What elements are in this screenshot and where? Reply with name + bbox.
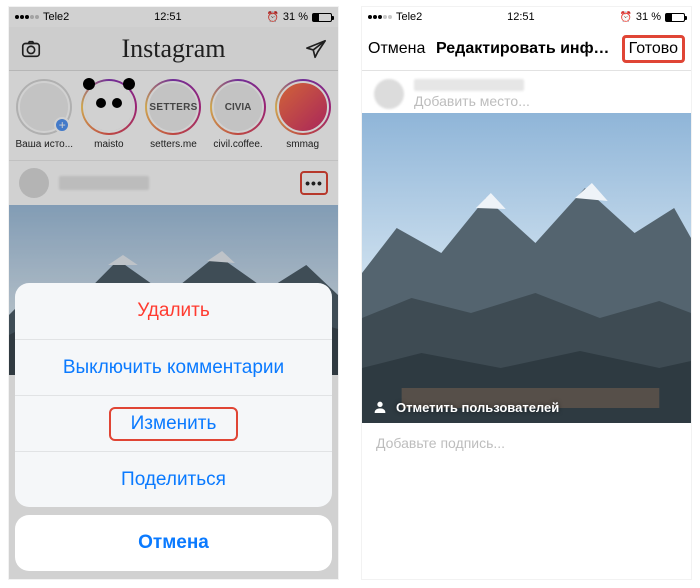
cancel-button[interactable]: Отмена xyxy=(368,40,425,58)
highlight-box: Изменить xyxy=(109,407,239,441)
battery-percent: 31 % xyxy=(636,11,661,23)
action-disable-comments[interactable]: Выключить комментарии xyxy=(15,339,332,395)
location-input[interactable]: Добавить место... xyxy=(414,93,530,109)
person-icon xyxy=(372,399,388,415)
action-share[interactable]: Поделиться xyxy=(15,451,332,507)
caption-input[interactable]: Добавьте подпись... xyxy=(362,423,691,463)
status-right: ⏰ 31 % xyxy=(619,11,685,23)
action-cancel[interactable]: Отмена xyxy=(15,515,332,571)
edit-header: Отмена Редактировать информа... Готово xyxy=(362,27,691,71)
left-phone-screen: Tele2 12:51 ⏰ 31 % Instagram + Ваша исто… xyxy=(8,6,339,580)
action-edit[interactable]: Изменить xyxy=(15,395,332,451)
alarm-icon: ⏰ xyxy=(619,12,631,23)
tag-users-label: Отметить пользователей xyxy=(396,400,559,415)
username-blurred xyxy=(414,79,524,91)
right-phone-screen: Tele2 12:51 ⏰ 31 % Отмена Редактировать … xyxy=(361,6,692,580)
signal-dots-icon xyxy=(368,15,392,19)
status-left: Tele2 xyxy=(368,11,422,23)
action-delete[interactable]: Удалить xyxy=(15,283,332,339)
done-button[interactable]: Готово xyxy=(622,35,685,63)
tag-users-button[interactable]: Отметить пользователей xyxy=(372,399,559,415)
done-label: Готово xyxy=(629,40,678,57)
post-image-wrap: Отметить пользователей xyxy=(362,113,691,423)
action-sheet: Удалить Выключить комментарии Изменить П… xyxy=(15,283,332,507)
edit-title: Редактировать информа... xyxy=(436,40,611,58)
avatar xyxy=(374,79,404,109)
battery-icon xyxy=(665,13,685,22)
action-sheet-overlay: Удалить Выключить комментарии Изменить П… xyxy=(9,7,338,579)
carrier-label: Tele2 xyxy=(396,11,422,23)
post-image[interactable] xyxy=(362,113,691,423)
status-time: 12:51 xyxy=(507,11,535,23)
status-bar: Tele2 12:51 ⏰ 31 % xyxy=(362,7,691,27)
location-row[interactable]: Добавить место... xyxy=(362,71,691,113)
